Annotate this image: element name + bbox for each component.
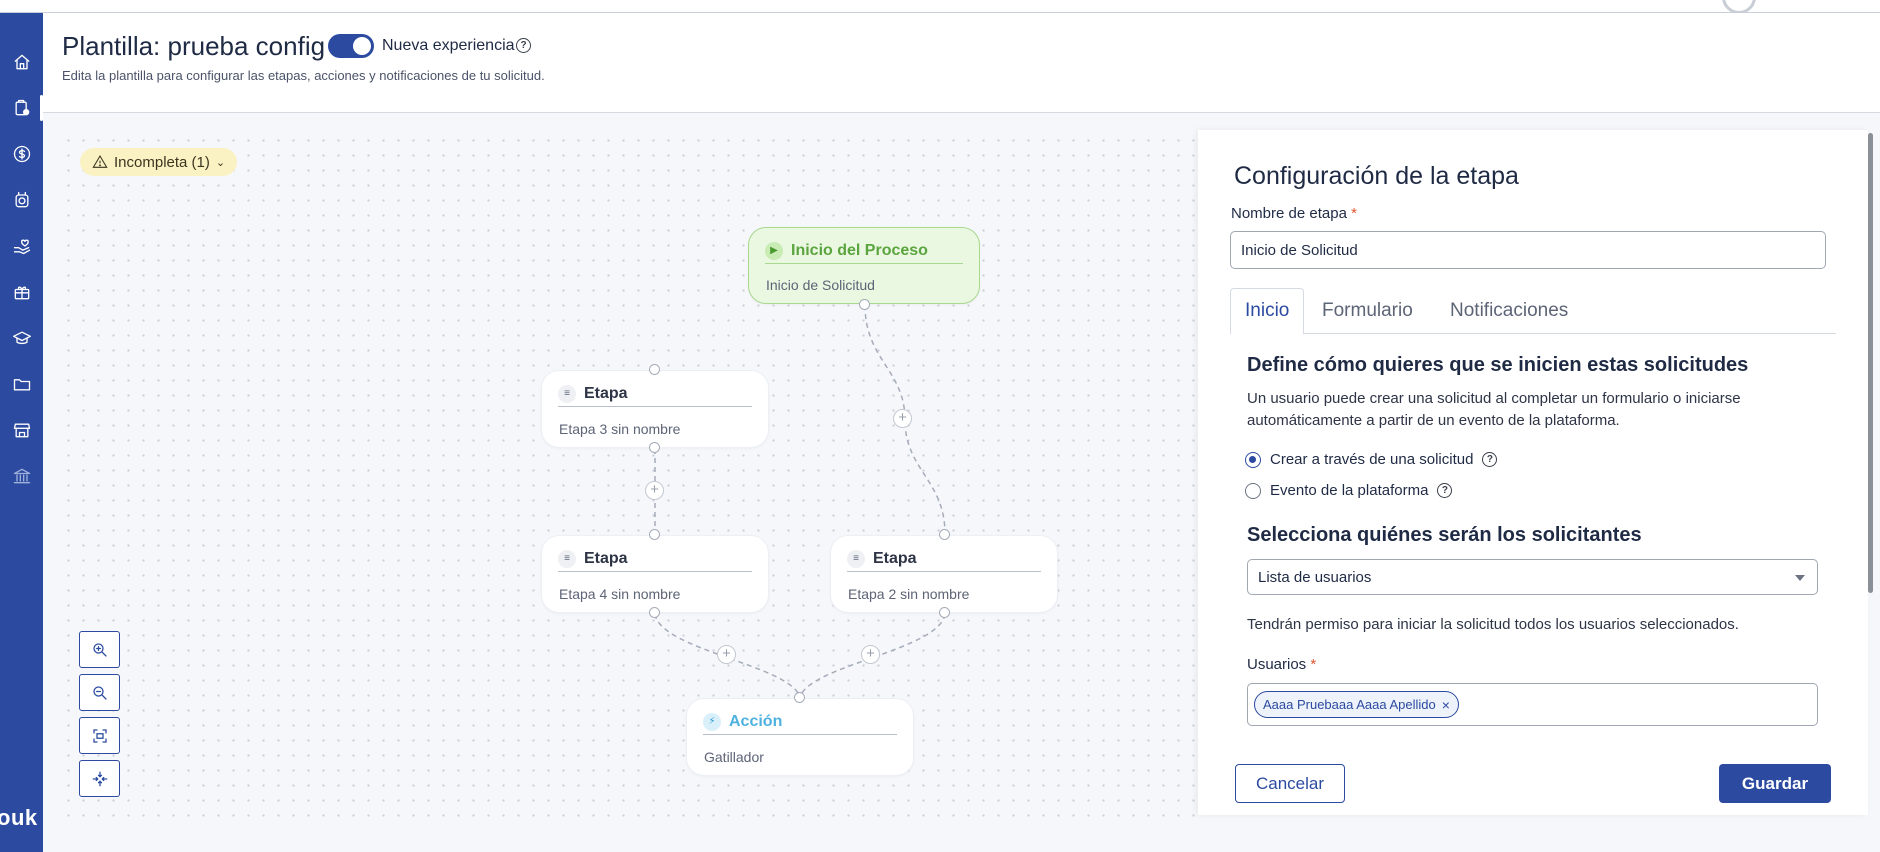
status-badge[interactable]: Incompleta (1) ⌄ [80, 148, 238, 176]
node-stage-3[interactable]: ≡ Etapa Etapa 3 sin nombre [541, 370, 769, 448]
node-title: Etapa [584, 384, 628, 402]
stage-icon: ≡ [558, 384, 576, 403]
node-stage-4[interactable]: ≡ Etapa Etapa 4 sin nombre [541, 535, 769, 613]
close-icon[interactable]: × [1442, 697, 1450, 713]
node-title: Acción [729, 712, 783, 730]
fit-view-button[interactable] [79, 717, 120, 754]
node-title: Inicio del Proceso [791, 241, 928, 259]
tab-formulario[interactable]: Formulario [1308, 288, 1427, 334]
users-label: Usuarios * [1247, 656, 1317, 673]
node-title: Etapa [873, 549, 917, 567]
top-bar [0, 0, 1880, 14]
save-button[interactable]: Guardar [1719, 764, 1831, 803]
cancel-button[interactable]: Cancelar [1235, 764, 1345, 803]
zoom-in-icon [92, 642, 107, 657]
node-stage-2[interactable]: ≡ Etapa Etapa 2 sin nombre [830, 535, 1058, 613]
tab-bar: Inicio Formulario Notificaciones [1230, 288, 1836, 335]
brand-logo: ouk [0, 805, 38, 830]
node-subtitle: Gatillador [704, 749, 764, 765]
folder-icon[interactable] [8, 370, 35, 397]
stage-icon: ≡ [558, 549, 576, 568]
permission-note: Tendrán permiso para iniciar la solicitu… [1247, 616, 1739, 633]
page-subtitle: Edita la plantilla para configurar las e… [62, 68, 545, 83]
page-header: Plantilla: prueba config Nueva experienc… [43, 13, 1880, 113]
port-stage4-out[interactable] [649, 607, 660, 618]
store-icon[interactable] [8, 416, 35, 443]
dollar-icon[interactable] [8, 140, 35, 167]
home-icon[interactable] [8, 48, 35, 75]
tab-notificaciones[interactable]: Notificaciones [1436, 288, 1582, 334]
node-subtitle: Etapa 4 sin nombre [559, 586, 681, 602]
status-label: Incompleta (1) [114, 153, 210, 171]
port-stage2-out[interactable] [939, 607, 950, 618]
gift-icon[interactable] [8, 278, 35, 305]
chevron-down-icon: ⌄ [215, 156, 226, 169]
page-title: Plantilla: prueba config [62, 31, 326, 61]
node-subtitle: Etapa 2 sin nombre [848, 586, 970, 602]
port-stage3-in[interactable] [649, 364, 660, 375]
zoom-out-button[interactable] [79, 674, 120, 711]
stage-name-field[interactable]: Inicio de Solicitud [1230, 231, 1826, 269]
requesters-select[interactable]: Lista de usuarios [1247, 559, 1818, 595]
sidebar: ouk [0, 13, 43, 852]
clipboard-icon[interactable] [8, 94, 43, 121]
panel-scrollbar[interactable] [1868, 133, 1873, 593]
bank-icon[interactable] [8, 462, 35, 489]
radio-button[interactable] [1245, 451, 1261, 468]
center-icon [92, 771, 107, 786]
radio-label: Crear a través de una solicitud [1270, 451, 1474, 468]
fit-view-icon [92, 728, 107, 743]
avatar[interactable] [1722, 0, 1756, 14]
flow-canvas[interactable] [58, 130, 1198, 820]
section-title: Define cómo quieres que se inicien estas… [1247, 354, 1749, 376]
select-value: Lista de usuarios [1258, 568, 1372, 586]
node-action[interactable]: ⚡ Acción Gatillador [686, 698, 914, 776]
port-stage3-out[interactable] [649, 442, 660, 453]
hand-heart-icon[interactable] [8, 232, 35, 259]
port-stage4-in[interactable] [649, 529, 660, 540]
center-button[interactable] [79, 760, 120, 797]
users-field[interactable]: Aaaa Pruebaaa Aaaa Apellido × [1247, 683, 1818, 726]
play-icon: ▶ [765, 241, 783, 260]
help-icon[interactable]: ? [1437, 483, 1453, 498]
lightning-icon: ⚡ [703, 712, 721, 731]
new-experience-label: Nueva experiencia [382, 37, 515, 54]
user-chip: Aaaa Pruebaaa Aaaa Apellido × [1254, 691, 1459, 718]
node-title: Etapa [584, 549, 628, 567]
port-stage2-in[interactable] [939, 529, 950, 540]
node-start[interactable]: ▶ Inicio del Proceso Inicio de Solicitud [748, 227, 980, 304]
alarm-clock-icon[interactable] [8, 186, 35, 213]
add-stage-button[interactable]: + [861, 645, 880, 664]
section-title: Selecciona quiénes serán los solicitante… [1247, 524, 1642, 546]
node-subtitle: Inicio de Solicitud [766, 277, 875, 293]
stage-icon: ≡ [847, 549, 865, 568]
radio-platform-event[interactable]: Evento de la plataforma ? [1245, 482, 1453, 499]
radio-create-request[interactable]: Crear a través de una solicitud ? [1245, 451, 1498, 468]
add-stage-button[interactable]: + [645, 481, 664, 500]
port-action-in[interactable] [794, 692, 805, 703]
help-icon[interactable]: ? [516, 38, 531, 53]
zoom-in-button[interactable] [79, 631, 120, 668]
warning-icon [92, 154, 108, 168]
graduation-cap-icon[interactable] [8, 324, 35, 351]
panel-title: Configuración de la etapa [1234, 162, 1519, 190]
port-start-out[interactable] [859, 299, 870, 310]
stage-name-label: Nombre de etapa * [1231, 205, 1357, 222]
radio-label: Evento de la plataforma [1270, 482, 1429, 499]
stage-config-panel: Configuración de la etapa Nombre de etap… [1198, 130, 1868, 815]
zoom-out-icon [92, 685, 107, 700]
tab-inicio[interactable]: Inicio [1230, 288, 1305, 335]
chip-label: Aaaa Pruebaaa Aaaa Apellido [1263, 697, 1436, 712]
radio-button[interactable] [1245, 482, 1261, 499]
add-stage-button[interactable]: + [893, 409, 912, 428]
add-stage-button[interactable]: + [717, 645, 736, 664]
help-icon[interactable]: ? [1482, 452, 1498, 467]
chevron-down-icon [1795, 575, 1805, 581]
section-description: Un usuario puede crear una solicitud al … [1247, 390, 1741, 429]
new-experience-toggle[interactable] [328, 34, 374, 58]
node-subtitle: Etapa 3 sin nombre [559, 421, 681, 437]
